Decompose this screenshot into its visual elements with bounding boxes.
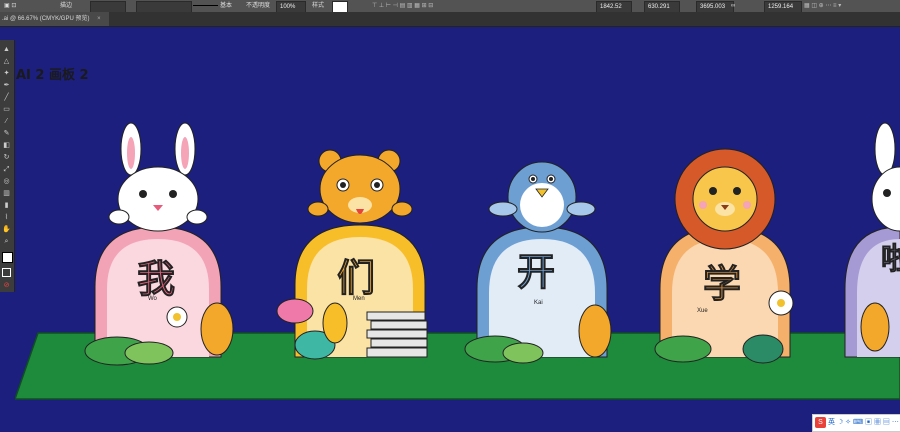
close-tab-icon[interactable]: × [97,16,101,22]
stroke-label: 描边 [60,3,73,9]
align-icons[interactable]: ⊤ ⊥ ⊢ ⊣ ▤ ▥ ▦ ⊞ ⊟ [372,1,433,11]
pen-tool-icon[interactable]: ✒ [2,82,11,89]
document-title: .ai @ 66.67% (CMYK/GPU 预览) [2,16,90,22]
selection-tool-icon[interactable]: ▲ [2,46,11,53]
zoom-tool-icon[interactable]: ⌕ [2,238,11,245]
pinyin-wo: Wo [148,296,158,302]
gradient-tool-icon[interactable]: ▥ [2,190,11,197]
character-wo: 我 [137,257,175,301]
character-men: 们 [337,256,375,300]
document-tab-bar: .ai @ 66.67% (CMYK/GPU 预览) × [0,12,900,27]
none-swatch-icon[interactable]: ⊘ [2,282,11,289]
control-bar: ▣ ⊡ 描边 基本 不透明度 100% 样式 ⊤ ⊥ ⊢ ⊣ ▤ ▥ ▦ ⊞ ⊟… [0,0,900,12]
eraser-tool-icon[interactable]: ◧ [2,142,11,149]
brush-label[interactable]: 基本 [220,1,232,11]
opacity-label: 不透明度 [246,3,271,9]
opacity-field[interactable]: 100% [276,1,306,12]
height-field[interactable]: 1259.164 [764,1,802,12]
paintbrush-tool-icon[interactable]: ⁄ [2,118,11,125]
variable-width-field[interactable] [136,1,192,12]
style-label: 样式 [312,3,325,9]
character-xue: 学 [703,262,741,306]
lion-figure [659,148,791,358]
direct-selection-tool-icon[interactable]: △ [2,58,11,65]
fill-swatch[interactable] [2,252,13,263]
stroke-swatch[interactable] [2,268,11,277]
ime-mode-label[interactable]: 英 [828,419,835,426]
stroke-weight-field[interactable] [90,1,126,12]
character-la: 啦 [881,242,900,277]
shape-builder-tool-icon[interactable]: ◎ [2,178,11,185]
pencil-tool-icon[interactable]: ✎ [2,130,11,137]
ime-language-bar[interactable]: S英 ☽ ✧ ⌨ ▣ ▦ ▤ ⋯ [812,414,900,432]
book-stack [366,311,428,358]
transform-icons[interactable]: ▦ ◫ ⊕ ⋯ ≡ ▾ [804,1,841,11]
x-field[interactable]: 1842.52 [596,1,632,12]
artboard-label: AI 2 画板 2 [16,68,89,83]
brush-line-icon [193,5,218,7]
eyedropper-tool-icon[interactable]: ⌇ [2,214,11,221]
scale-tool-icon[interactable]: ⤢ [2,166,11,173]
document-tab[interactable]: .ai @ 66.67% (CMYK/GPU 预览) × [0,12,109,26]
pinyin-men: Men [353,296,365,302]
link-icon[interactable]: ∞ [731,1,735,11]
line-tool-icon[interactable]: ╱ [2,94,11,101]
style-swatch[interactable] [332,1,348,12]
rectangle-tool-icon[interactable]: ▭ [2,106,11,113]
artboard-canvas[interactable]: 我 Wo 们 Men 开 Kai 学 Xue 啦 [15,27,900,432]
magic-wand-tool-icon[interactable]: ✦ [2,70,11,77]
chart-tool-icon[interactable]: ▮ [2,202,11,209]
rotate-tool-icon[interactable]: ↻ [2,154,11,161]
width-field[interactable]: 3695.003 [696,1,734,12]
ime-tools-icons[interactable]: ☽ ✧ ⌨ ▣ ▦ ▤ ⋯ [837,419,899,426]
selection-indicator-icon[interactable]: ▣ ⊡ [4,1,16,11]
tools-panel: ▲ △ ✦ ✒ ╱ ▭ ⁄ ✎ ◧ ↻ ⤢ ◎ ▥ ▮ ⌇ ✋ ⌕ ⊘ [0,40,15,292]
y-field[interactable]: 630.291 [644,1,680,12]
pinyin-kai: Kai [534,300,543,306]
sogou-logo-icon: S [815,417,826,428]
hand-tool-icon[interactable]: ✋ [2,226,11,233]
character-kai: 开 [517,250,555,294]
pinyin-xue: Xue [697,308,708,314]
